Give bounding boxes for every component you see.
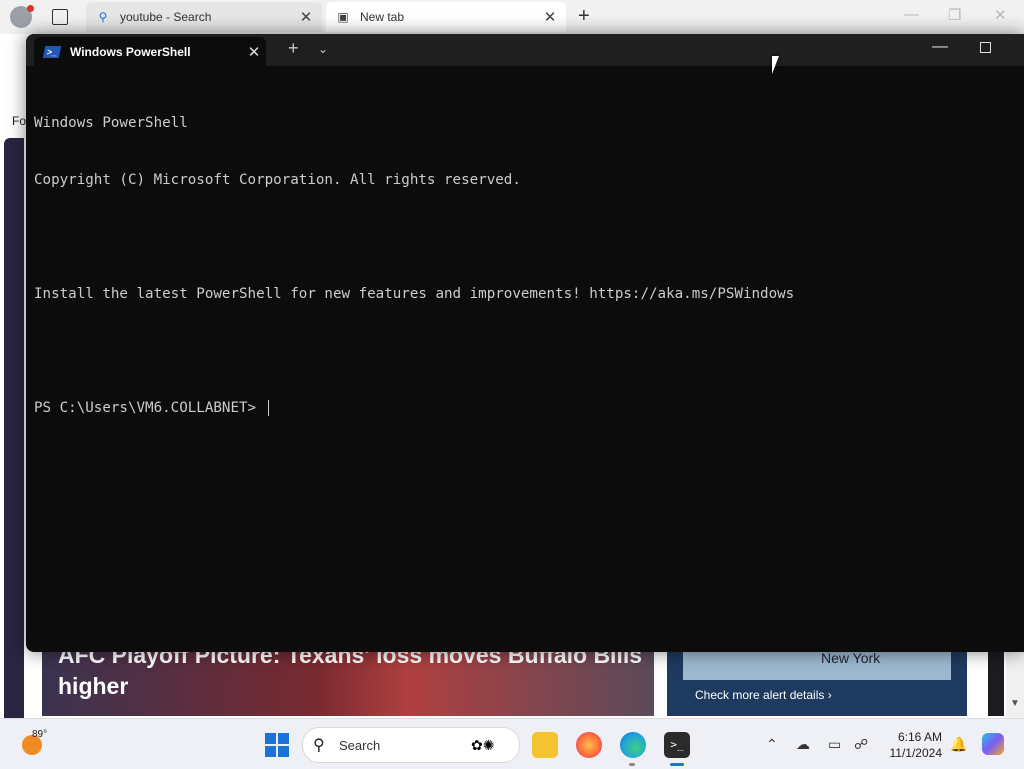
taskbar-search[interactable]: ⚲ Search ✿✺ — [302, 727, 520, 763]
terminal-icon[interactable]: >_ — [664, 732, 690, 758]
browser-tab-youtube-search[interactable]: ⚲ youtube - Search ✕ — [86, 2, 322, 32]
weather-temperature[interactable]: 89° — [32, 729, 47, 740]
tab-actions-icon[interactable] — [52, 9, 68, 25]
profile-avatar[interactable] — [10, 5, 34, 28]
terminal-line: Windows PowerShell — [34, 115, 188, 131]
new-tab-button[interactable]: + — [578, 5, 590, 28]
browser-tab-label: youtube - Search — [120, 10, 212, 24]
alert-map-label: New York — [821, 650, 881, 666]
system-clock[interactable]: 6:16 AM 11/1/2024 — [882, 729, 943, 761]
terminal-prompt-line[interactable]: PS C:\Users\VM6.COLLABNET> — [34, 399, 794, 418]
browser-minimize-icon[interactable]: — — [904, 6, 919, 23]
terminal-titlebar[interactable]: >_ Windows PowerShell ✕ + ⌄ — — [26, 34, 1024, 67]
browser-restore-icon[interactable]: ❐ — [948, 6, 961, 24]
news-card-partial[interactable] — [988, 652, 1004, 716]
news-headline[interactable]: AFC Playoff Picture: Texans' loss moves … — [58, 652, 654, 702]
browser-tabbar: ⚲ youtube - Search ✕ ▣ New tab ✕ + — ❐ ✕ — [0, 0, 1024, 34]
browser-tab-label: New tab — [360, 10, 405, 24]
clock-time: 6:16 AM — [897, 730, 942, 744]
weather-alert-card[interactable]: New York Check more alert details › — [667, 650, 967, 716]
alert-map: New York — [683, 650, 951, 680]
text-cursor — [267, 400, 269, 416]
notification-bell-icon[interactable]: 🔔 — [950, 736, 967, 753]
browser-tab-new-tab[interactable]: ▣ New tab ✕ — [326, 2, 566, 32]
start-button[interactable] — [265, 733, 289, 757]
newtab-icon: ▣ — [337, 10, 349, 24]
news-card[interactable]: AFC Playoff Picture: Texans' loss moves … — [42, 652, 654, 716]
powershell-window[interactable]: >_ Windows PowerShell ✕ + ⌄ — Windows Po… — [26, 34, 1024, 652]
side-card[interactable] — [4, 138, 24, 748]
close-tab-icon[interactable]: ✕ — [540, 8, 560, 26]
firefox-icon[interactable] — [576, 732, 602, 758]
edge-running-indicator — [629, 763, 635, 766]
display-icon[interactable]: ▭ — [828, 736, 841, 753]
file-explorer-icon[interactable] — [532, 732, 558, 758]
page-partial-text: Fo — [12, 114, 27, 128]
terminal-line: Copyright (C) Microsoft Corporation. All… — [34, 172, 521, 188]
terminal-tab-title: Windows PowerShell — [70, 45, 191, 59]
search-icon: ⚲ — [313, 737, 325, 754]
network-icon[interactable]: ☍ — [854, 736, 868, 753]
terminal-line: Install the latest PowerShell for new fe… — [34, 286, 795, 302]
edge-icon[interactable] — [620, 732, 646, 758]
minimize-button[interactable]: — — [932, 38, 948, 56]
new-terminal-tab-button[interactable]: + — [288, 38, 299, 59]
chevron-down-icon[interactable]: ⌄ — [318, 42, 328, 56]
mouse-pointer-icon — [772, 56, 784, 74]
clock-date: 11/1/2024 — [889, 746, 943, 760]
maximize-button[interactable] — [980, 42, 991, 53]
terminal-tab-powershell[interactable]: >_ Windows PowerShell ✕ — [34, 37, 266, 67]
terminal-active-indicator — [670, 763, 684, 766]
scroll-down-icon[interactable]: ▼ — [1010, 698, 1020, 709]
close-tab-icon[interactable]: ✕ — [296, 8, 316, 26]
taskbar: 89° ⚲ Search ✿✺ >_ ⌃ ☁ ▭ ☍ 6:16 AM 11/1/… — [0, 718, 1024, 769]
search-icon: ⚲ — [98, 10, 108, 24]
terminal-prompt: PS C:\Users\VM6.COLLABNET> — [34, 400, 265, 416]
search-placeholder: Search — [339, 738, 381, 753]
close-tab-icon[interactable]: ✕ — [242, 43, 266, 61]
browser-close-icon[interactable]: ✕ — [994, 6, 1007, 24]
chevron-up-icon[interactable]: ⌃ — [766, 736, 778, 753]
copilot-icon[interactable] — [982, 733, 1004, 755]
search-highlight-icon: ✿✺ — [471, 737, 495, 753]
onedrive-offline-icon[interactable]: ☁ — [796, 736, 810, 753]
powershell-icon: >_ — [42, 46, 62, 58]
alert-details-link[interactable]: Check more alert details › — [695, 688, 832, 702]
terminal-output[interactable]: Windows PowerShell Copyright (C) Microso… — [34, 76, 794, 456]
